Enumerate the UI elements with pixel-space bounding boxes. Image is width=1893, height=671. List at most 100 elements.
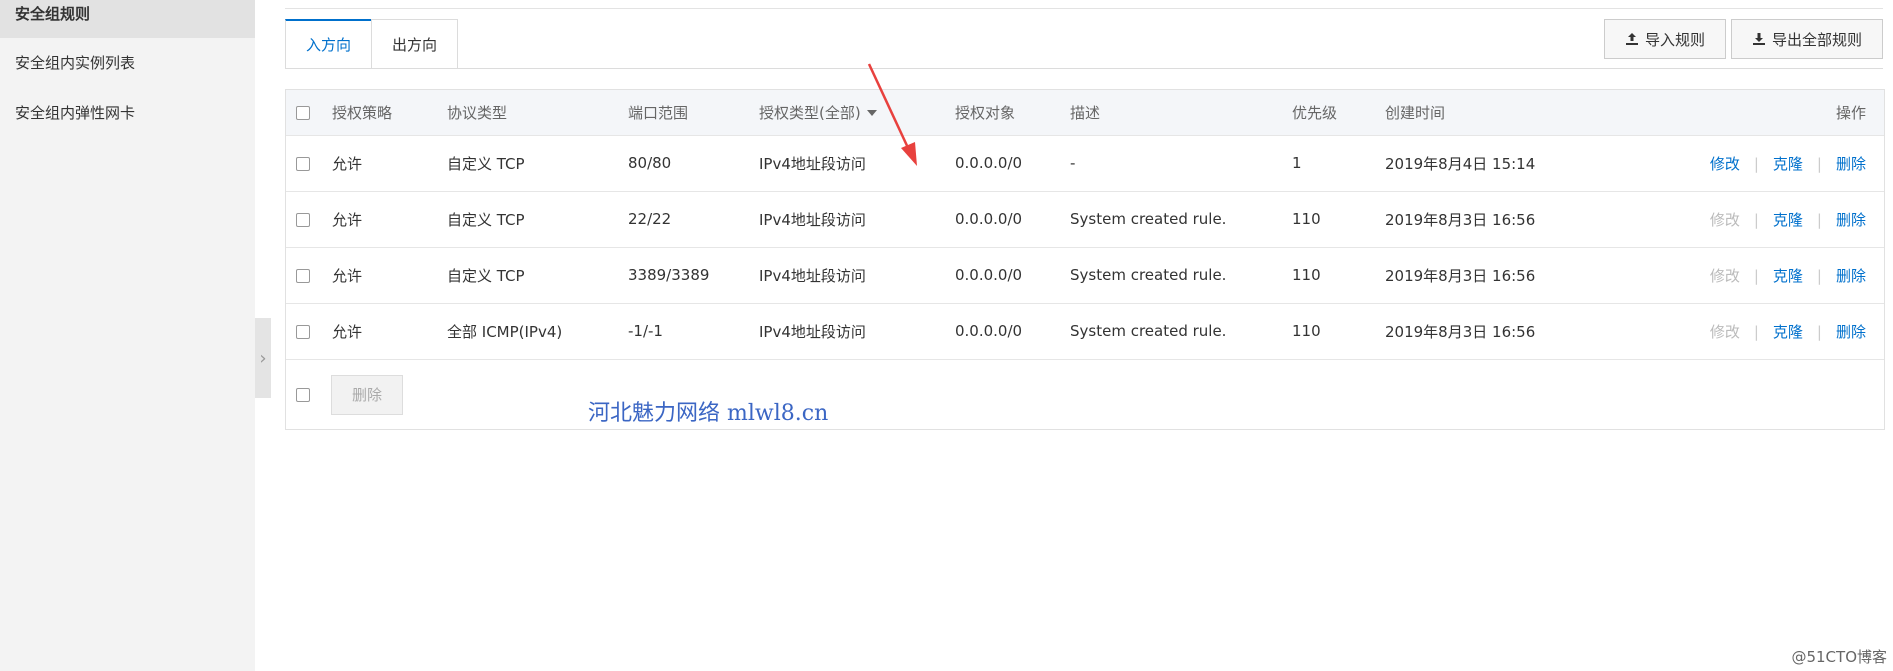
sidebar-item-instance-list[interactable]: 安全组内实例列表 [0, 38, 255, 88]
cell-created: 2019年8月3日 16:56 [1385, 322, 1536, 341]
header-protocol: 协议类型 [447, 103, 508, 122]
main-content: 入方向 出方向 导入规则 导出全部规则 授权策略 协议类型 端口范围 授权类型(… [285, 0, 1885, 671]
row-checkbox[interactable] [296, 324, 310, 339]
cell-created: 2019年8月3日 16:56 [1385, 266, 1536, 285]
cell-policy: 允许 [332, 210, 363, 229]
row-checkbox[interactable] [296, 156, 310, 171]
clone-link[interactable]: 克隆 [1773, 267, 1803, 285]
edit-link: 修改 [1709, 210, 1740, 229]
select-all-checkbox[interactable] [296, 105, 310, 120]
direction-tabs: 入方向 出方向 [285, 19, 459, 69]
divider: | [1753, 210, 1759, 229]
cell-priority: 1 [1292, 154, 1302, 172]
sidebar-item-label: 安全组规则 [15, 5, 91, 23]
header-created: 创建时间 [1385, 103, 1446, 122]
toolbar: 导入规则 导出全部规则 [1603, 19, 1883, 59]
cell-description: System created rule. [1070, 322, 1227, 341]
sidebar-item-security-group-rules[interactable]: 安全组规则 [0, 0, 255, 38]
divider: | [1753, 322, 1759, 341]
edit-link[interactable]: 修改 [1710, 155, 1740, 173]
tabs-underline [285, 68, 1883, 69]
cell-auth-type: IPv4地址段访问 [759, 322, 866, 341]
clone-link[interactable]: 克隆 [1773, 211, 1803, 229]
cell-priority: 110 [1292, 322, 1321, 341]
divider: | [1816, 266, 1822, 285]
header-ops: 操作 [1835, 103, 1866, 122]
sidebar-item-label: 安全组内实例列表 [15, 54, 136, 72]
footer-select-all-checkbox[interactable] [296, 387, 310, 402]
export-all-rules-button[interactable]: 导出全部规则 [1730, 19, 1883, 59]
bulk-delete-button: 删除 [331, 374, 403, 415]
cell-ops: 修改 | 克隆 | 删除 [1632, 135, 1884, 191]
cell-policy: 允许 [332, 154, 363, 173]
cell-protocol: 自定义 TCP [447, 210, 525, 229]
delete-link[interactable]: 删除 [1836, 155, 1866, 173]
cell-protocol: 自定义 TCP [447, 154, 525, 173]
sidebar-item-eni-list[interactable]: 安全组内弹性网卡 [0, 88, 255, 138]
divider: | [1816, 154, 1822, 173]
cell-port-range: 80/80 [628, 154, 672, 172]
header-priority: 优先级 [1292, 103, 1338, 122]
cell-policy: 允许 [332, 322, 363, 341]
sidebar-collapse-handle[interactable]: › [255, 318, 271, 398]
table-row: 允许 自定义 TCP 80/80 IPv4地址段访问 0.0.0.0/0 - 1… [286, 135, 1884, 191]
edit-link: 修改 [1709, 322, 1740, 341]
row-checkbox[interactable] [296, 212, 310, 227]
cell-description: System created rule. [1070, 210, 1227, 228]
table-row: 允许 自定义 TCP 22/22 IPv4地址段访问 0.0.0.0/0 Sys… [286, 191, 1884, 247]
cell-priority: 110 [1292, 210, 1321, 228]
delete-link[interactable]: 删除 [1836, 211, 1866, 229]
divider: | [1816, 322, 1822, 341]
download-icon [1752, 33, 1765, 45]
cell-description: - [1070, 154, 1076, 172]
corner-watermark: @51CTO博客 [1791, 648, 1887, 666]
header-auth-type-label: 授权类型(全部) [759, 103, 861, 122]
cell-auth-object: 0.0.0.0/0 [955, 266, 1023, 284]
divider: | [1753, 266, 1759, 285]
sidebar: 安全组规则 安全组内实例列表 安全组内弹性网卡 [0, 0, 255, 671]
delete-link[interactable]: 删除 [1836, 267, 1866, 285]
cell-created: 2019年8月4日 15:14 [1385, 154, 1536, 173]
tab-inbound[interactable]: 入方向 [285, 19, 372, 69]
edit-link: 修改 [1709, 266, 1740, 285]
caret-down-icon [866, 110, 877, 117]
cell-protocol: 全部 ICMP(IPv4) [447, 322, 563, 341]
cell-auth-type: IPv4地址段访问 [759, 154, 866, 173]
tab-outbound[interactable]: 出方向 [371, 19, 459, 69]
table-header-row: 授权策略 协议类型 端口范围 授权类型(全部) 授权对象 描述 优先级 创建时间… [286, 90, 1884, 135]
cell-ops: 修改 | 克隆 | 删除 [1632, 247, 1884, 303]
chevron-right-icon: › [259, 347, 267, 369]
cell-created: 2019年8月3日 16:56 [1385, 210, 1536, 229]
import-rules-label: 导入规则 [1644, 30, 1705, 49]
header-auth-object: 授权对象 [955, 103, 1016, 122]
table-footer: 删除 [286, 359, 1884, 429]
header-policy: 授权策略 [332, 103, 393, 122]
divider: | [1816, 210, 1822, 229]
divider [285, 8, 1883, 9]
cell-description: System created rule. [1070, 266, 1227, 284]
divider: | [1753, 154, 1759, 173]
delete-link[interactable]: 删除 [1836, 323, 1866, 341]
clone-link[interactable]: 克隆 [1773, 323, 1803, 341]
header-description: 描述 [1070, 103, 1101, 122]
cell-auth-object: 0.0.0.0/0 [955, 154, 1023, 172]
sidebar-item-label: 安全组内弹性网卡 [15, 104, 136, 122]
cell-auth-object: 0.0.0.0/0 [955, 210, 1023, 228]
clone-link[interactable]: 克隆 [1773, 155, 1803, 173]
header-port-range: 端口范围 [628, 103, 689, 122]
cell-protocol: 自定义 TCP [447, 266, 525, 285]
export-all-rules-label: 导出全部规则 [1771, 30, 1862, 49]
cell-auth-object: 0.0.0.0/0 [955, 322, 1023, 341]
cell-policy: 允许 [332, 266, 363, 285]
row-checkbox[interactable] [296, 268, 310, 283]
header-auth-type-filter[interactable]: 授权类型(全部) [759, 90, 955, 135]
cell-auth-type: IPv4地址段访问 [759, 210, 866, 229]
table-row: 允许 全部 ICMP(IPv4) -1/-1 IPv4地址段访问 0.0.0.0… [286, 303, 1884, 359]
rules-table: 授权策略 协议类型 端口范围 授权类型(全部) 授权对象 描述 优先级 创建时间… [285, 89, 1885, 430]
upload-icon [1625, 33, 1638, 45]
import-rules-button[interactable]: 导入规则 [1603, 19, 1726, 59]
cell-port-range: 3389/3389 [628, 266, 710, 284]
cell-port-range: 22/22 [628, 210, 672, 228]
cell-ops: 修改 | 克隆 | 删除 [1632, 191, 1884, 247]
cell-auth-type: IPv4地址段访问 [759, 266, 866, 285]
